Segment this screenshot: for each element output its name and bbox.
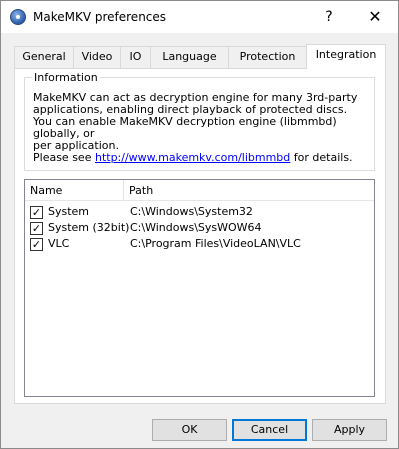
preferences-window: MakeMKV preferences ? ✕ General Video IO… — [0, 0, 399, 449]
help-button[interactable]: ? — [306, 1, 352, 33]
list-row[interactable]: ✓ VLC C:\Program Files\VideoLAN\VLC — [25, 236, 374, 252]
integration-panel: Information MakeMKV can act as decryptio… — [14, 68, 386, 404]
row-path: C:\Windows\SysWOW64 — [130, 221, 262, 234]
close-button[interactable]: ✕ — [352, 1, 398, 33]
info-line-5-suffix: for details. — [290, 151, 353, 164]
list-row[interactable]: ✓ System (32bit) C:\Windows\SysWOW64 — [25, 220, 374, 236]
list-header: Name Path — [25, 180, 374, 201]
title-bar: MakeMKV preferences ? ✕ — [1, 1, 398, 33]
tab-io[interactable]: IO — [120, 46, 151, 68]
window-title: MakeMKV preferences — [33, 10, 167, 24]
row-name: System (32bit) — [48, 221, 130, 234]
row-checkbox[interactable]: ✓ — [30, 222, 43, 235]
tab-language[interactable]: Language — [150, 46, 229, 68]
tab-strip: General Video IO Language Protection Int… — [14, 44, 386, 69]
tab-video[interactable]: Video — [73, 46, 121, 68]
row-checkbox[interactable]: ✓ — [30, 238, 43, 251]
application-list[interactable]: Name Path ✓ System C:\Windows\System32 ✓… — [24, 179, 375, 397]
information-legend: Information — [32, 71, 100, 84]
apply-button[interactable]: Apply — [312, 419, 387, 441]
libmmbd-link[interactable]: http://www.makemkv.com/libmmbd — [95, 151, 290, 164]
info-line-5-prefix: Please see — [33, 151, 95, 164]
row-name: System — [48, 205, 90, 218]
tab-integration[interactable]: Integration — [306, 44, 386, 69]
column-header-name[interactable]: Name — [25, 180, 124, 201]
info-line-5: Please see http://www.makemkv.com/libmmb… — [33, 152, 373, 164]
row-name: VLC — [48, 237, 70, 250]
information-group: Information MakeMKV can act as decryptio… — [24, 71, 375, 171]
makemkv-app-icon — [10, 9, 26, 25]
info-line-3: You can enable MakeMKV decryption engine… — [33, 115, 337, 140]
row-path: C:\Program Files\VideoLAN\VLC — [130, 237, 301, 250]
row-path: C:\Windows\System32 — [130, 205, 253, 218]
tab-general[interactable]: General — [14, 46, 74, 68]
ok-button[interactable]: OK — [152, 419, 227, 441]
column-header-path[interactable]: Path — [124, 180, 374, 201]
information-text: MakeMKV can act as decryption engine for… — [33, 92, 373, 164]
row-checkbox[interactable]: ✓ — [30, 206, 43, 219]
list-row[interactable]: ✓ System C:\Windows\System32 — [25, 204, 374, 220]
tab-protection[interactable]: Protection — [228, 46, 307, 68]
cancel-button[interactable]: Cancel — [232, 419, 307, 441]
